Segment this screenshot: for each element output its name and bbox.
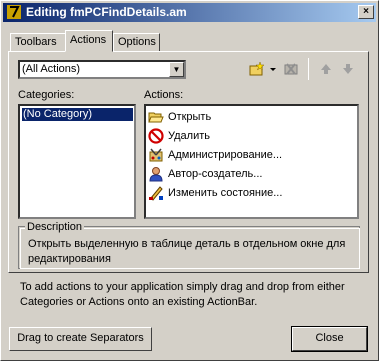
- description-title: Description: [25, 221, 85, 233]
- arrow-up-icon[interactable]: [318, 62, 334, 76]
- action-filter-value: (All Actions): [22, 63, 81, 75]
- action-filter-select[interactable]: (All Actions) ▼: [18, 60, 186, 79]
- action-label: Удалить: [168, 130, 210, 142]
- action-item-open[interactable]: Открыть: [148, 108, 348, 127]
- new-action-icon[interactable]: [249, 62, 265, 76]
- tab-toolbars[interactable]: Toolbars: [10, 33, 66, 52]
- action-item-delete[interactable]: Удалить: [148, 127, 348, 146]
- action-label: Администрирование...: [168, 149, 283, 161]
- app-icon: [7, 5, 21, 19]
- description-text: Открыть выделенную в таблице деталь в от…: [28, 238, 346, 265]
- no-entry-icon: [148, 128, 164, 144]
- tab-options[interactable]: Options: [113, 33, 160, 52]
- close-button[interactable]: Close: [291, 326, 368, 352]
- tab-actions[interactable]: Actions: [65, 30, 113, 52]
- arrow-down-icon[interactable]: [340, 62, 356, 76]
- category-item-no-category[interactable]: (No Category): [22, 108, 133, 121]
- action-item-admin[interactable]: Администрирование...: [148, 146, 348, 165]
- title-close-button[interactable]: ×: [358, 5, 374, 19]
- toolbar-separator: [308, 58, 309, 80]
- action-label: Автор-создатель...: [168, 168, 263, 180]
- categories-list[interactable]: (No Category): [18, 104, 136, 219]
- user-icon: [149, 167, 163, 182]
- action-label: Открыть: [168, 111, 212, 123]
- categories-label: Categories:: [18, 89, 75, 101]
- hint-text: To add actions to your application simpl…: [20, 281, 345, 308]
- action-item-author[interactable]: Автор-создатель...: [148, 165, 348, 184]
- state-pencil-icon: [149, 186, 163, 201]
- actions-label: Actions:: [144, 89, 184, 101]
- admin-tools-icon: [149, 148, 163, 162]
- chevron-down-icon[interactable]: ▼: [169, 62, 184, 77]
- dropdown-arrow-icon[interactable]: [269, 62, 277, 76]
- action-label: Изменить состояние...: [168, 187, 283, 199]
- title-bar[interactable]: Editing fmPCFindDetails.am ×: [3, 3, 376, 22]
- open-folder-icon: [148, 112, 164, 123]
- window-title: Editing fmPCFindDetails.am: [26, 5, 187, 19]
- action-item-change-state[interactable]: Изменить состояние...: [148, 184, 348, 203]
- delete-action-icon[interactable]: [283, 62, 299, 76]
- actions-list[interactable]: Открыть Удалить Администрирование... Авт…: [144, 104, 359, 219]
- drag-separators-button[interactable]: Drag to create Separators: [9, 327, 152, 351]
